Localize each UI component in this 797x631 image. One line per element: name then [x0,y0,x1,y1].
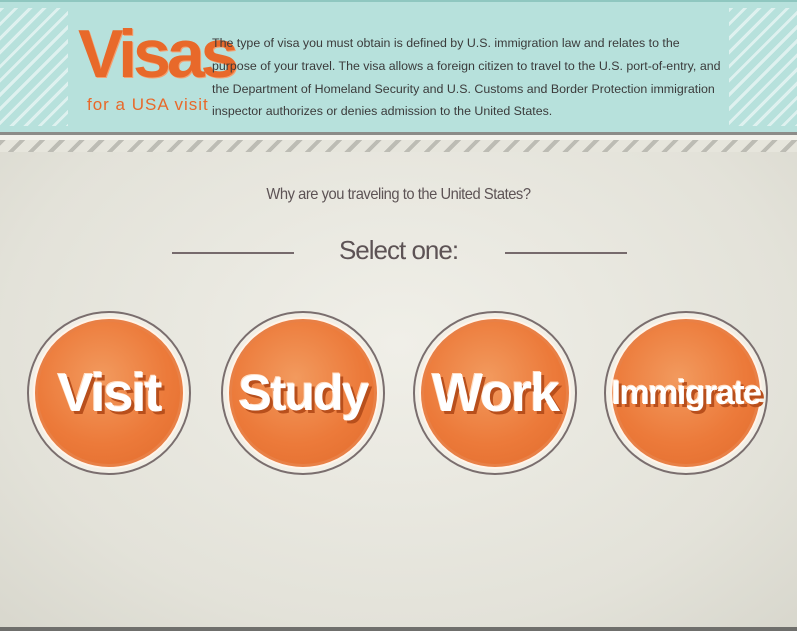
work-button[interactable]: Work [413,311,577,475]
divider-line-right [505,252,627,254]
logo-subtitle: for a USA visit [87,95,209,114]
study-button-face[interactable]: Study [227,317,379,469]
immigrate-button-face[interactable]: Immigrate [610,317,762,469]
decorative-stripes-left [0,8,68,126]
bottom-border [0,627,797,631]
logo-title: Visas [78,16,238,92]
intro-text: The type of visa you must obtain is defi… [212,36,721,119]
decorative-stripes-right [729,8,797,126]
work-button-label[interactable]: Work [432,362,560,424]
header-banner: Visas for a USA visit The type of visa y… [0,0,797,132]
study-button[interactable]: Study [221,311,385,475]
visit-button[interactable]: Visit [27,311,191,475]
study-button-label[interactable]: Study [239,364,370,422]
immigrate-button[interactable]: Immigrate [604,311,768,475]
work-button-face[interactable]: Work [419,317,571,469]
visit-button-face[interactable]: Visit [33,317,185,469]
immigrate-button-label[interactable]: Immigrate [612,374,763,413]
question-heading: Why are you traveling to the United Stat… [266,186,531,203]
visit-button-label[interactable]: Visit [57,362,162,424]
header-divider [0,132,797,140]
select-one-label: Select one: [338,235,459,265]
dashed-border [0,140,797,152]
